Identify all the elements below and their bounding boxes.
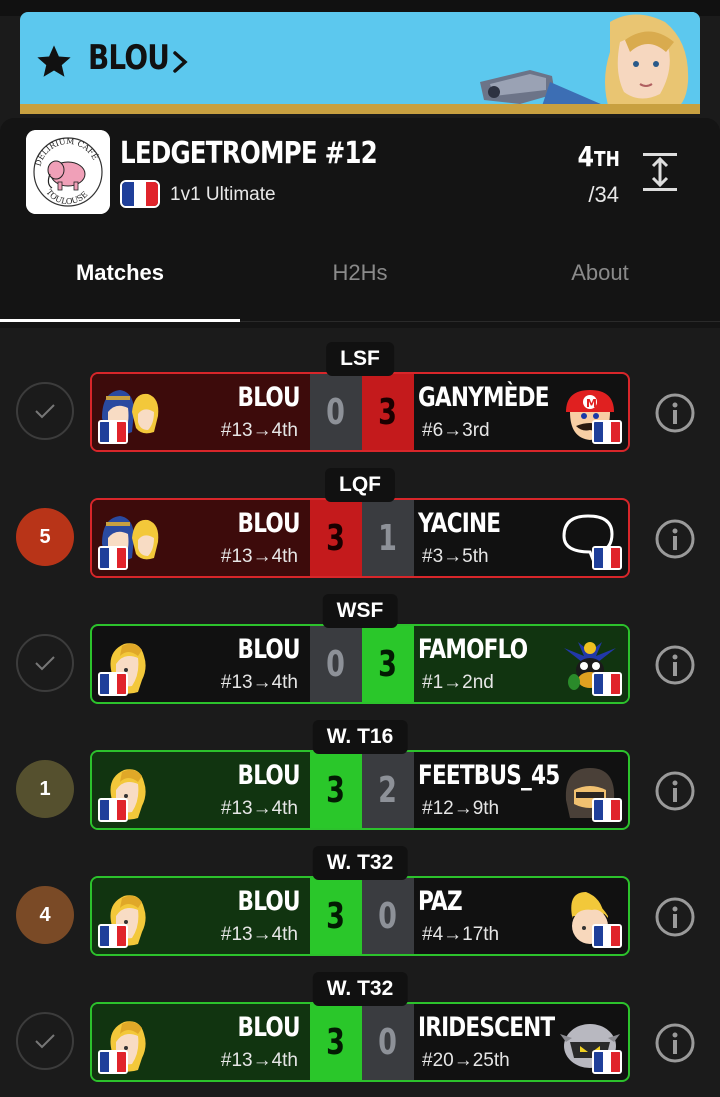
player1-name: BLOU [237, 634, 301, 665]
set-number-badge: 1 [16, 760, 74, 818]
france-flag-icon [98, 798, 128, 822]
player2-seed: #6→3rd [422, 420, 490, 441]
info-icon[interactable] [654, 896, 696, 938]
player1-seed: #13→4th [220, 1050, 298, 1071]
player1-score: 3 [310, 500, 362, 576]
france-flag-icon [98, 924, 128, 948]
france-flag-icon [592, 798, 622, 822]
player1-name: BLOU [237, 1012, 301, 1043]
match-row[interactable]: BLOU #13→4th 3 0 IRIDESCENT #20→25th W. … [0, 972, 720, 1088]
player-banner[interactable]: BLOU [20, 12, 700, 112]
chevron-right-icon [173, 51, 188, 73]
match-card[interactable]: BLOU #13→4th 0 3 GANYMÈDE #6→3rd M [90, 372, 630, 452]
france-flag-icon [592, 420, 622, 444]
france-flag-icon [98, 420, 128, 444]
player1-seed: #13→4th [220, 672, 298, 693]
info-icon[interactable] [654, 770, 696, 812]
round-label: LQF [325, 468, 395, 502]
tab-matches[interactable]: Matches [0, 260, 240, 286]
player2-seed: #1→2nd [422, 672, 494, 693]
player1-name: BLOU [237, 760, 301, 791]
star-icon [37, 45, 71, 77]
match-card[interactable]: BLOU #13→4th 3 2 FEETBUS_45 #12→9th [90, 750, 630, 830]
completed-check-icon [16, 382, 74, 440]
france-flag-icon [98, 672, 128, 696]
banner-edge [20, 104, 700, 114]
player2-score: 3 [362, 374, 414, 450]
round-label: WSF [322, 594, 398, 628]
round-label: W. T32 [312, 846, 408, 880]
character-art [460, 12, 700, 112]
player1-score: 0 [310, 626, 362, 702]
france-flag-icon [592, 1050, 622, 1074]
player1-name: BLOU [237, 508, 301, 539]
player2-seed: #12→9th [422, 798, 500, 819]
player1-score: 3 [310, 1004, 362, 1080]
player2-score: 0 [362, 878, 414, 954]
tournament-name: LEDGETROMPE #12 [120, 136, 378, 171]
france-flag-icon [592, 924, 622, 948]
match-card[interactable]: BLOU #13→4th 0 3 FAMOFLO #1→2nd [90, 624, 630, 704]
player2-seed: #4→17th [422, 924, 500, 945]
france-flag-icon [98, 546, 128, 570]
placement: 4TH [577, 140, 620, 173]
banner-player-name: BLOU [88, 38, 170, 78]
set-number-badge: 5 [16, 508, 74, 566]
player1-score: 0 [310, 374, 362, 450]
player2-name: IRIDESCENT [418, 1012, 555, 1043]
player1-name: BLOU [237, 382, 301, 413]
france-flag-icon [98, 1050, 128, 1074]
player1-seed: #13→4th [220, 924, 298, 945]
player1-score: 3 [310, 752, 362, 828]
tab-about[interactable]: About [480, 260, 720, 286]
completed-check-icon [16, 1012, 74, 1070]
player1-seed: #13→4th [220, 546, 298, 567]
game-label: 1v1 Ultimate [170, 184, 276, 205]
info-icon[interactable] [654, 644, 696, 686]
info-icon[interactable] [654, 392, 696, 434]
player1-score: 3 [310, 878, 362, 954]
player1-name: BLOU [237, 886, 301, 917]
info-icon[interactable] [654, 518, 696, 560]
player2-name: YACINE [418, 508, 501, 539]
player2-score: 1 [362, 500, 414, 576]
player2-score: 0 [362, 1004, 414, 1080]
match-row[interactable]: 5 BLOU #13→4th 3 1 YACINE #3→5th LQF [0, 468, 720, 584]
player2-name: PAZ [418, 886, 463, 917]
france-flag-icon [592, 546, 622, 570]
tab-h2hs[interactable]: H2Hs [240, 260, 480, 286]
player1-seed: #13→4th [220, 798, 298, 819]
player2-score: 3 [362, 626, 414, 702]
france-flag-icon [120, 180, 160, 208]
match-card[interactable]: BLOU #13→4th 3 0 IRIDESCENT #20→25th [90, 1002, 630, 1082]
player2-name: GANYMÈDE [418, 382, 550, 413]
round-label: LSF [326, 342, 394, 376]
set-number-badge: 4 [16, 886, 74, 944]
entrant-count: /34 [588, 182, 619, 207]
match-card[interactable]: BLOU #13→4th 3 1 YACINE #3→5th [90, 498, 630, 578]
round-label: W. T16 [312, 720, 408, 754]
active-tab-indicator [0, 319, 240, 322]
svg-text:M: M [586, 397, 597, 410]
player2-seed: #20→25th [422, 1050, 510, 1071]
round-label: W. T32 [312, 972, 408, 1006]
info-icon[interactable] [654, 1022, 696, 1064]
match-row[interactable]: 4 BLOU #13→4th 3 0 PAZ #4→17th W. T32 [0, 846, 720, 962]
match-row[interactable]: 1 BLOU #13→4th 3 2 FEETBUS_45 #12→9th W.… [0, 720, 720, 836]
tournament-logo: DELIRIUM CAFÉ TOULOUSE [26, 130, 110, 214]
player2-seed: #3→5th [422, 546, 489, 567]
france-flag-icon [592, 672, 622, 696]
expand-icon[interactable] [640, 150, 680, 194]
match-row[interactable]: BLOU #13→4th 0 3 FAMOFLO #1→2nd WSF [0, 594, 720, 710]
player2-score: 2 [362, 752, 414, 828]
player2-name: FEETBUS_45 [418, 760, 560, 791]
completed-check-icon [16, 634, 74, 692]
match-card[interactable]: BLOU #13→4th 3 0 PAZ #4→17th [90, 876, 630, 956]
player1-seed: #13→4th [220, 420, 298, 441]
player2-name: FAMOFLO [418, 634, 528, 665]
match-row[interactable]: BLOU #13→4th 0 3 GANYMÈDE #6→3rd M LSF [0, 342, 720, 458]
tab-bar: Matches H2Hs About [0, 248, 720, 322]
